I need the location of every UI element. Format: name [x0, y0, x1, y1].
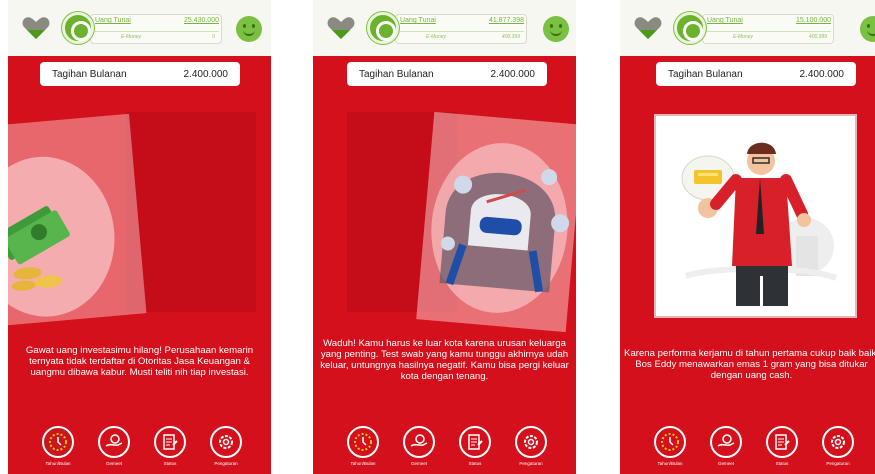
emoney-value: 0: [212, 34, 215, 40]
nav-year-label: Tahun/Bulan: [45, 461, 71, 466]
cash-label: Uang Tunai: [95, 17, 131, 24]
cash-label: Uang Tunai: [707, 17, 743, 24]
nav-year-label: Tahun/Bulan: [350, 461, 376, 466]
bill-label: Tagihan Bulanan: [52, 68, 127, 80]
nav-status-label: Status: [163, 461, 177, 466]
swab-test-illustration: [431, 143, 570, 313]
gear-icon: [219, 435, 233, 449]
cash-value: 41.877.398: [488, 17, 524, 24]
top-bar: Uang Tunai 15.100.000 E-Money 400.399: [620, 0, 875, 56]
emoney-label: E-Money: [426, 34, 447, 40]
nav-settings-button[interactable]: [210, 426, 242, 458]
nav-status-label: Status: [775, 461, 789, 466]
hand-money-icon: [717, 434, 735, 447]
nav-year-button[interactable]: [654, 426, 686, 458]
bill-label: Tagihan Bulanan: [668, 68, 743, 80]
nav-status-button[interactable]: [459, 426, 491, 458]
nav-savings-label: Gemeet: [717, 461, 734, 466]
game-screen-1: Uang Tunai 25.430.000 E-Money 0 Tagihan Bu…: [8, 0, 271, 474]
gear-icon: [524, 435, 538, 449]
nav-savings-label: Gemeet: [410, 461, 427, 466]
hand-money-icon: [105, 434, 123, 447]
bottom-nav: Tahun/Bulan Gemeet Status Pengaturan: [8, 420, 271, 474]
nav-savings-button[interactable]: [403, 426, 435, 458]
bill-value: 2.400.000: [799, 68, 845, 80]
heart-icon[interactable]: [327, 16, 355, 40]
clock-icon: [49, 433, 67, 451]
investment-card[interactable]: [8, 113, 147, 327]
nav-settings-label: Pengaturan: [519, 461, 543, 466]
monthly-bill-bar: Tagihan Bulanan 2.400.000: [40, 62, 240, 86]
boss-gold-illustration: [681, 142, 838, 306]
top-bar: Uang Tunai 25.430.000 E-Money 0: [8, 0, 271, 56]
nav-status-button[interactable]: [766, 426, 798, 458]
bill-value: 2.400.000: [490, 68, 536, 80]
top-bar: Uang Tunai 41.877.398 E-Money 400.399: [313, 0, 576, 56]
gear-icon: [831, 435, 845, 449]
nav-status-button[interactable]: [154, 426, 186, 458]
nav-status-label: Status: [468, 461, 482, 466]
bottom-nav: Tahun/Bulan Gemeet Status Pengaturan: [620, 420, 875, 474]
bill-label: Tagihan Bulanan: [359, 68, 434, 80]
emoney-label: E-Money: [733, 34, 754, 40]
money-bag-illustration: [8, 156, 115, 317]
nav-year-button[interactable]: [42, 426, 74, 458]
wallet-panel: Uang Tunai 15.100.000 E-Money 400.399: [702, 14, 834, 44]
wallet-panel: Uang Tunai 41.877.398 E-Money 400.399: [395, 14, 527, 44]
monthly-bill-bar: Tagihan Bulanan 2.400.000: [347, 62, 547, 86]
nav-savings-button[interactable]: [98, 426, 130, 458]
nav-settings-button[interactable]: [822, 426, 854, 458]
emoney-value: 400.399: [501, 34, 520, 40]
emoney-value: 400.399: [808, 34, 827, 40]
coin-icon: [62, 12, 94, 44]
game-screen-2: Uang Tunai 41.877.398 E-Money 400.399 Tagi…: [313, 0, 576, 474]
wallet-panel: Uang Tunai 25.430.000 E-Money 0: [90, 14, 222, 44]
nav-savings-button[interactable]: [710, 426, 742, 458]
nav-year-button[interactable]: [347, 426, 379, 458]
document-icon: [163, 434, 178, 450]
clock-icon: [354, 433, 372, 451]
bottom-nav: Tahun/Bulan Gemeet Status Pengaturan: [313, 420, 576, 474]
story-text: Karena performa kerjamu di tahun pertama…: [624, 348, 875, 381]
gold-offer-card[interactable]: [654, 114, 857, 318]
smiley-icon[interactable]: [860, 16, 875, 42]
nav-settings-button[interactable]: [515, 426, 547, 458]
story-text: Gawat uang investasimu hilang! Perusahaa…: [25, 345, 254, 378]
smiley-icon[interactable]: [236, 16, 262, 42]
nav-year-label: Tahun/Bulan: [657, 461, 683, 466]
hand-money-icon: [410, 434, 428, 447]
emoney-label: E-Money: [121, 34, 142, 40]
nav-savings-label: Gemeet: [105, 461, 122, 466]
game-screen-3: Uang Tunai 15.100.000 E-Money 400.399 Tagi…: [620, 0, 875, 474]
cash-label: Uang Tunai: [400, 17, 436, 24]
monthly-bill-bar: Tagihan Bulanan 2.400.000: [656, 62, 856, 86]
heart-icon[interactable]: [22, 16, 50, 40]
document-icon: [775, 434, 790, 450]
coin-icon: [367, 12, 399, 44]
cash-value: 15.100.000: [795, 17, 831, 24]
coin-icon: [674, 12, 706, 44]
heart-icon[interactable]: [634, 16, 662, 40]
nav-settings-label: Pengaturan: [826, 461, 850, 466]
cash-value: 25.430.000: [183, 17, 219, 24]
story-text: Waduh! Kamu harus ke luar kota karena ur…: [320, 338, 569, 382]
swab-test-card[interactable]: [416, 111, 576, 333]
clock-icon: [661, 433, 679, 451]
smiley-icon[interactable]: [543, 16, 569, 42]
document-icon: [468, 434, 483, 450]
card-back: [126, 112, 256, 312]
bill-value: 2.400.000: [183, 68, 229, 80]
nav-settings-label: Pengaturan: [214, 461, 238, 466]
